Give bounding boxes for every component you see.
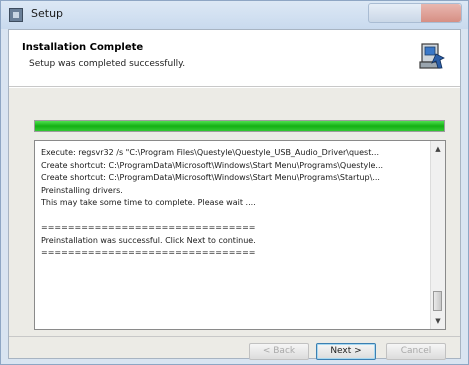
setup-window: Setup Installation Complete Setup was co… (0, 0, 469, 365)
next-button[interactable]: Next > (316, 343, 376, 360)
wizard-header: Installation Complete Setup was complete… (9, 30, 460, 87)
log-line: Preinstallation was successful. Click Ne… (41, 235, 256, 245)
arrow-up-icon[interactable]: ▲ (433, 144, 443, 154)
page-title: Installation Complete (22, 42, 144, 53)
arrow-down-icon[interactable]: ▼ (433, 316, 443, 326)
cancel-button[interactable]: Cancel (386, 343, 446, 360)
log-scrollbar[interactable]: ▲ ▼ (430, 141, 445, 329)
setup-app-icon (9, 8, 23, 22)
install-log[interactable]: Execute: regsvr32 /s "C:\Program Files\Q… (34, 140, 446, 330)
title-bar[interactable]: Setup (1, 1, 468, 29)
log-lines: Execute: regsvr32 /s "C:\Program Files\Q… (41, 147, 429, 323)
installer-computer-icon (419, 43, 445, 69)
log-line: This may take some time to complete. Ple… (41, 198, 256, 207)
log-line: ================================ (41, 248, 256, 257)
log-line: ================================ (41, 223, 256, 232)
progress-fill (35, 121, 444, 131)
page-subtitle: Setup was completed successfully. (29, 59, 186, 69)
log-line: Execute: regsvr32 /s "C:\Program Files\Q… (41, 148, 379, 157)
progress-bar (34, 120, 445, 132)
window-title: Setup (31, 7, 64, 20)
header-divider (9, 87, 460, 88)
log-line: Create shortcut: C:\ProgramData\Microsof… (41, 160, 384, 170)
scroll-thumb[interactable] (433, 291, 442, 311)
back-button[interactable]: < Back (249, 343, 309, 360)
window-controls[interactable] (368, 3, 462, 23)
wizard-body: Installation Complete Setup was complete… (8, 29, 461, 360)
footer-divider (9, 336, 460, 337)
log-line: Create shortcut: C:\ProgramData\Microsof… (41, 173, 380, 182)
log-line: Preinstalling drivers. (41, 185, 123, 195)
